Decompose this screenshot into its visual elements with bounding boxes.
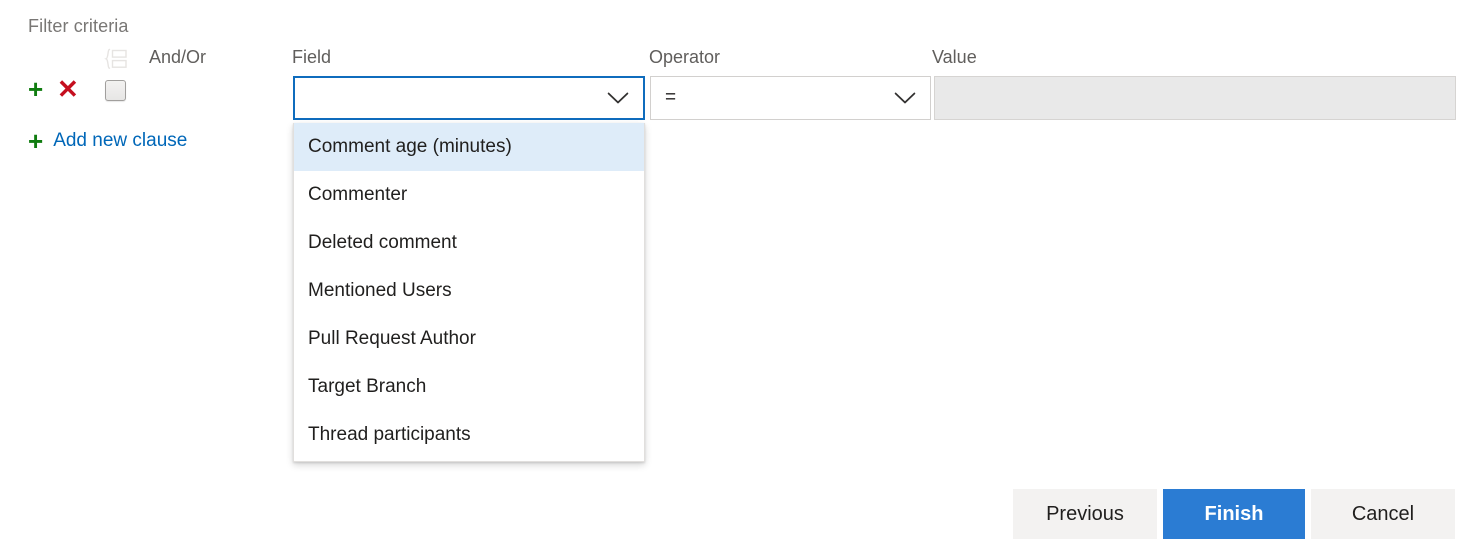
column-header-and-or: And/Or xyxy=(149,47,207,67)
dropdown-option[interactable]: Target Branch xyxy=(294,363,644,411)
chevron-down-icon xyxy=(894,92,916,105)
finish-button[interactable]: Finish xyxy=(1163,489,1305,539)
dropdown-option-label: Comment age (minutes) xyxy=(308,136,512,157)
plus-icon: + xyxy=(28,126,44,156)
dropdown-option-label: Mentioned Users xyxy=(308,280,452,301)
cancel-button[interactable]: Cancel xyxy=(1311,489,1455,539)
add-clause-row-icon[interactable]: + xyxy=(28,76,43,102)
dropdown-option[interactable]: Deleted comment xyxy=(294,219,644,267)
column-header-operator: Operator xyxy=(649,47,721,67)
add-new-clause-button[interactable]: + Add new clause xyxy=(28,128,187,154)
dropdown-option[interactable]: Comment age (minutes) xyxy=(294,123,644,171)
dropdown-option-label: Commenter xyxy=(308,184,408,205)
column-header-field: Field xyxy=(292,47,332,67)
remove-clause-row-icon[interactable]: ✕ xyxy=(57,76,79,102)
dropdown-option[interactable]: Commenter xyxy=(294,171,644,219)
dropdown-option[interactable]: Thread participants xyxy=(294,411,644,459)
add-new-clause-label: Add new clause xyxy=(53,130,188,151)
dropdown-option-label: Deleted comment xyxy=(308,232,457,253)
dropdown-option[interactable]: Mentioned Users xyxy=(294,267,644,315)
value-input xyxy=(934,76,1456,120)
dropdown-option-label: Target Branch xyxy=(308,376,427,397)
field-dropdown-list[interactable]: Comment age (minutes) Commenter Deleted … xyxy=(293,123,645,462)
dropdown-option[interactable]: Pull Request Author xyxy=(294,315,644,363)
previous-button[interactable]: Previous xyxy=(1013,489,1157,539)
operator-combobox-value: = xyxy=(665,87,677,108)
dialog-footer: Previous Finish Cancel xyxy=(1013,489,1455,539)
dropdown-option-label: Thread participants xyxy=(308,424,471,445)
group-clause-checkbox[interactable] xyxy=(105,80,126,101)
field-combobox[interactable] xyxy=(293,76,645,120)
chevron-down-icon xyxy=(607,92,629,105)
grouping-icon xyxy=(104,48,128,70)
operator-combobox[interactable]: = xyxy=(650,76,931,120)
filter-criteria-caption: Filter criteria xyxy=(28,16,129,36)
column-header-value: Value xyxy=(932,47,977,67)
dropdown-option-label: Pull Request Author xyxy=(308,328,476,349)
